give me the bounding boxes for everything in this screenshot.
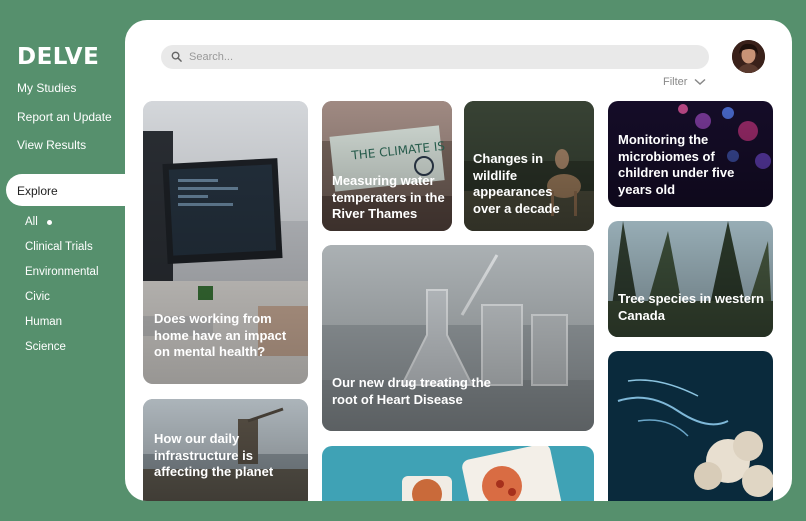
main-panel: Filter Does working from home have an im… — [125, 20, 792, 501]
card-jellyfish[interactable] — [608, 351, 773, 501]
chevron-down-icon — [694, 79, 706, 86]
card-title: Monitoring the microbiomes of children u… — [618, 132, 735, 197]
category-civic[interactable]: Civic — [25, 291, 50, 303]
card-title: How our daily infrastructure is affectin… — [154, 431, 274, 479]
card-tree-species[interactable]: Tree species in western Canada — [608, 221, 773, 337]
card-microbiomes[interactable]: Monitoring the microbiomes of children u… — [608, 101, 773, 207]
nav-explore-label[interactable]: Explore — [17, 184, 58, 198]
category-science[interactable]: Science — [25, 341, 66, 353]
user-avatar[interactable] — [732, 40, 765, 73]
category-all[interactable]: All — [25, 216, 38, 228]
active-category-dot — [47, 220, 52, 225]
filter-label: Filter — [663, 76, 688, 89]
nav-my-studies[interactable]: My Studies — [17, 81, 76, 95]
category-human[interactable]: Human — [25, 316, 62, 328]
food-plates-image — [322, 446, 594, 501]
card-title: Measuring water temperaters in the River… — [332, 173, 445, 221]
search-bar[interactable] — [161, 45, 709, 69]
filter-dropdown[interactable]: Filter — [663, 76, 706, 88]
card-river-thames[interactable]: THE CLIMATE IS Measuring water temperate… — [322, 101, 452, 231]
jellyfish-image — [608, 351, 773, 501]
delve-logo[interactable]: DELVE — [17, 44, 99, 70]
card-title: Our new drug treating the root of Heart … — [332, 375, 491, 407]
nav-report-update[interactable]: Report an Update — [17, 110, 112, 124]
card-food[interactable] — [322, 446, 594, 501]
card-infrastructure[interactable]: How our daily infrastructure is affectin… — [143, 399, 308, 501]
nav-view-results[interactable]: View Results — [17, 138, 86, 152]
card-title: Changes in wildlife appearances over a d… — [473, 151, 560, 216]
search-input[interactable] — [189, 45, 689, 69]
card-working-from-home[interactable]: Does working from home have an impact on… — [143, 101, 308, 384]
card-title: Tree species in western Canada — [618, 291, 764, 323]
card-title: Does working from home have an impact on… — [154, 311, 287, 359]
category-environmental[interactable]: Environmental — [25, 266, 99, 278]
card-wildlife[interactable]: Changes in wildlife appearances over a d… — [464, 101, 594, 231]
category-clinical-trials[interactable]: Clinical Trials — [25, 241, 93, 253]
card-heart-disease[interactable]: Our new drug treating the root of Heart … — [322, 245, 594, 431]
search-icon — [171, 51, 182, 62]
